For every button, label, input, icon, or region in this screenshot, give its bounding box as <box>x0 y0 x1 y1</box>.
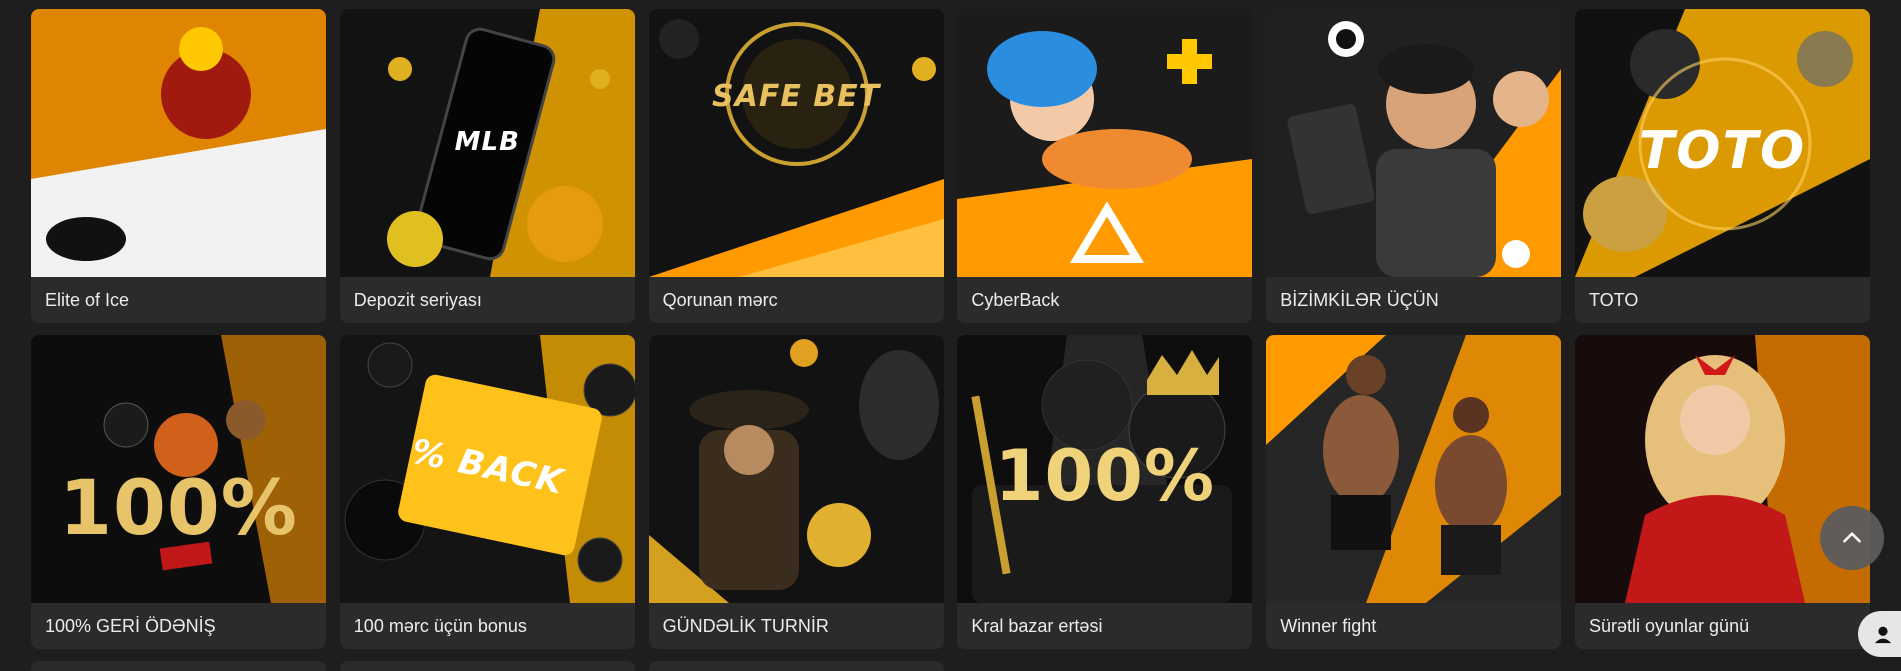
promo-image-text: 100% <box>59 463 298 552</box>
promo-card-qorunan-merc[interactable]: SAFE BET Qorunan mərc <box>648 9 944 323</box>
promo-card-gundelik-turnir[interactable]: GÜNDƏLİK TURNİR <box>648 335 944 649</box>
promo-card-toto[interactable]: TOTO TOTO <box>1574 9 1870 323</box>
promo-image <box>957 9 1253 277</box>
promo-card-100-merc-ucun-bonus[interactable]: % BACK 100 mərc üçün bonus <box>339 335 635 649</box>
promo-image: % BACK <box>339 335 635 603</box>
live-support-button[interactable] <box>1858 611 1901 657</box>
promo-image <box>31 9 326 277</box>
promo-image <box>1266 9 1562 277</box>
promo-title: Winner fight <box>1280 615 1377 636</box>
promo-card-suretli-oyunlar-gunu[interactable]: Sürətli oyunlar günü <box>1574 335 1870 649</box>
promo-image: 100% <box>31 335 326 603</box>
promo-card-winner-fight[interactable]: Winner fight <box>1266 335 1562 649</box>
promo-card-elite-of-ice[interactable]: Elite of Ice <box>31 9 326 323</box>
next-row-cards-peek <box>31 661 1870 671</box>
promo-title: CyberBack <box>971 289 1060 310</box>
promo-title: Qorunan mərc <box>662 289 778 310</box>
promo-card-partial[interactable] <box>31 661 326 671</box>
promotions-grid: Elite of Ice MLB Depozit seriyası SAFE B… <box>31 9 1870 649</box>
promo-image-text: MLB <box>454 127 520 157</box>
promo-card-cyberback[interactable]: CyberBack <box>957 9 1253 323</box>
promo-card-depozit-seriyasi[interactable]: MLB Depozit seriyası <box>339 9 635 323</box>
promo-image: MLB <box>339 9 635 277</box>
promo-title: Elite of Ice <box>45 289 130 310</box>
promo-card-100-geri-odenis[interactable]: 100% 100% GERİ ÖDƏNİŞ <box>31 335 326 649</box>
scroll-to-top-button[interactable] <box>1820 506 1884 570</box>
promo-image: TOTO <box>1574 9 1870 277</box>
promo-card-partial[interactable] <box>1575 661 1870 671</box>
promo-image <box>648 335 944 603</box>
promo-card-partial[interactable] <box>339 661 635 671</box>
promo-title: Depozit seriyası <box>353 289 482 310</box>
promo-image: 100% <box>957 335 1253 603</box>
promo-card-partial[interactable] <box>1266 661 1561 671</box>
promo-title: TOTO <box>1588 289 1639 310</box>
promo-card-kral-bazar-ertesi[interactable]: 100% Kral bazar ertəsi <box>957 335 1253 649</box>
support-agent-icon <box>1874 626 1892 644</box>
promo-title: Sürətli oyunlar günü <box>1588 615 1750 636</box>
promo-image-text: 100% <box>994 435 1216 517</box>
promo-title: BİZİMKİLƏR ÜÇÜN <box>1280 289 1439 310</box>
promo-title: Kral bazar ertəsi <box>971 615 1103 636</box>
promo-card-partial[interactable] <box>648 661 944 671</box>
promo-image-text: TOTO <box>1638 121 1807 181</box>
promo-image-text: SAFE BET <box>712 79 881 114</box>
promo-image: SAFE BET <box>648 9 944 277</box>
promo-title: GÜNDƏLİK TURNİR <box>662 615 829 636</box>
promo-image <box>1266 335 1562 603</box>
promo-title: 100% GERİ ÖDƏNİŞ <box>45 615 216 636</box>
chevron-up-icon <box>1843 532 1861 543</box>
promo-card-bizimkiler-ucun[interactable]: BİZİMKİLƏR ÜÇÜN <box>1266 9 1562 323</box>
promo-title: 100 mərc üçün bonus <box>353 615 527 636</box>
promo-image <box>1574 335 1870 603</box>
promo-card-partial[interactable] <box>957 661 1252 671</box>
